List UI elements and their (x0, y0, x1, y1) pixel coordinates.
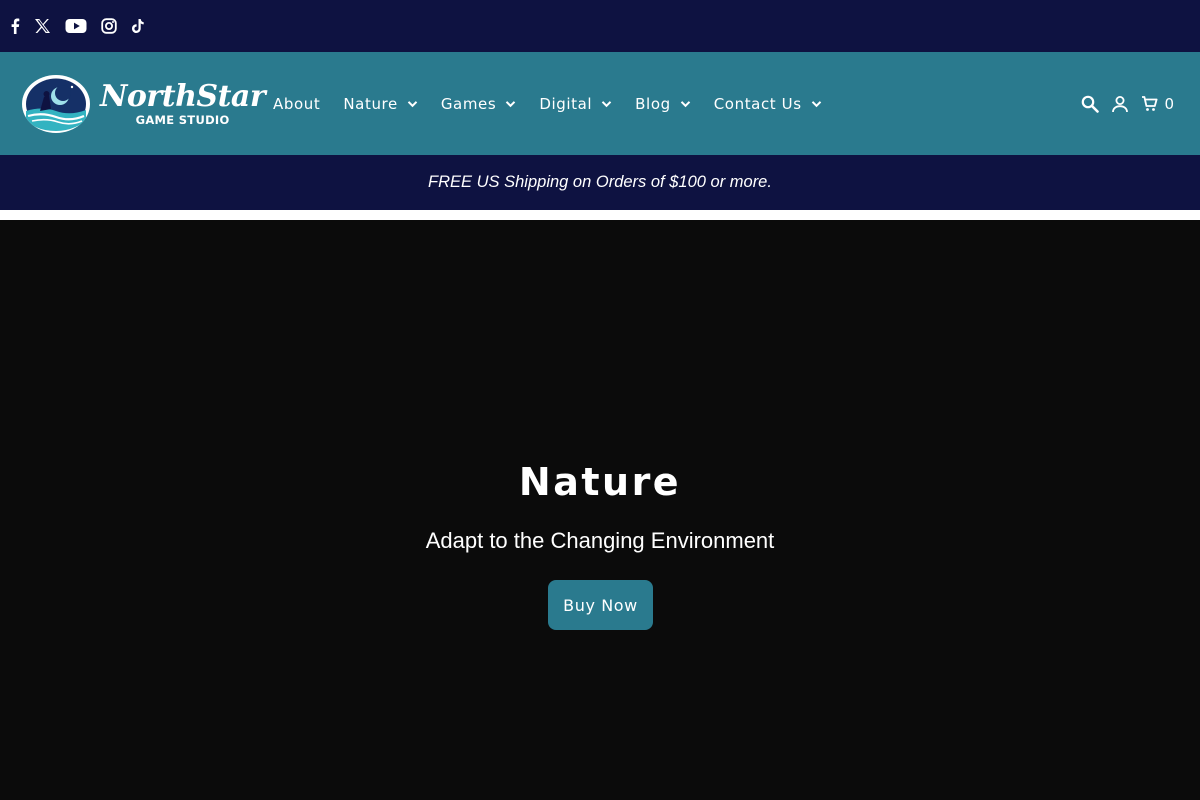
x-twitter-icon[interactable] (34, 15, 51, 37)
logo-badge-icon (22, 75, 90, 133)
chevron-down-icon (811, 100, 822, 108)
announcement-text: FREE US Shipping on Orders of $100 or mo… (428, 173, 772, 191)
logo-subtitle: GAME STUDIO (135, 112, 230, 127)
hero-title: Nature (518, 460, 682, 504)
chevron-down-icon (601, 100, 612, 108)
chevron-down-icon (407, 100, 418, 108)
youtube-icon[interactable] (65, 15, 87, 37)
instagram-icon[interactable] (101, 15, 117, 37)
header-actions: 0 (1069, 52, 1174, 155)
chevron-down-icon (505, 100, 516, 108)
cart-icon[interactable]: 0 (1141, 95, 1174, 113)
nav-item-label: Contact Us (713, 94, 802, 113)
logo-title: NorthStar (100, 78, 266, 114)
nav-item-label: Blog (635, 94, 671, 113)
account-icon[interactable] (1111, 95, 1129, 113)
nav-item-about[interactable]: About (273, 95, 320, 113)
nav-item-blog[interactable]: Blog (635, 95, 691, 113)
nav-item-label: Games (440, 94, 497, 113)
primary-nav: About Nature Games Digital Blog Contact … (273, 52, 845, 155)
tiktok-icon[interactable] (131, 15, 145, 37)
nav-item-digital[interactable]: Digital (539, 95, 612, 113)
cart-count: 0 (1164, 94, 1174, 113)
announcement-bar: FREE US Shipping on Orders of $100 or mo… (0, 155, 1200, 210)
facebook-icon[interactable] (10, 15, 20, 37)
nav-item-games[interactable]: Games (441, 95, 516, 113)
nav-item-label: Digital (539, 94, 593, 113)
hero-subtitle: Adapt to the Changing Environment (425, 528, 775, 553)
nav-item-nature[interactable]: Nature (343, 94, 418, 113)
main-header: NorthStar GAME STUDIO About Nature Games… (0, 52, 1200, 155)
logo[interactable]: NorthStar GAME STUDIO (22, 74, 266, 134)
hero-section: Nature Adapt to the Changing Environment… (0, 220, 1200, 800)
buy-now-button[interactable]: Buy Now (548, 580, 653, 630)
social-bar (0, 0, 1200, 52)
nav-item-label: Nature (343, 94, 398, 113)
logo-text: NorthStar GAME STUDIO (100, 78, 266, 127)
search-icon[interactable] (1081, 95, 1100, 113)
nav-item-contact-us[interactable]: Contact Us (714, 95, 822, 113)
chevron-down-icon (680, 100, 691, 108)
nav-item-label: About (273, 94, 321, 113)
divider (0, 210, 1200, 220)
